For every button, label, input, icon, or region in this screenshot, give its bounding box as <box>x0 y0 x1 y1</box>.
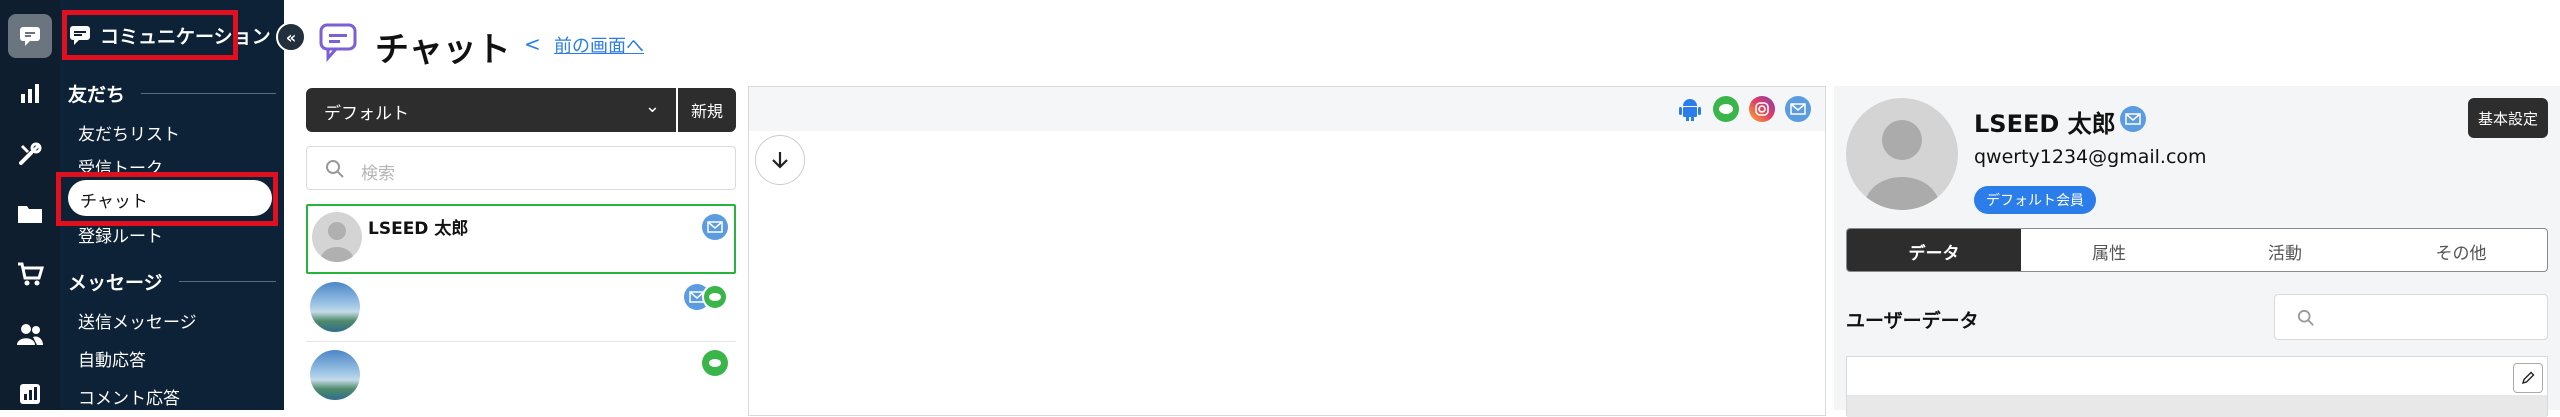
basic-settings-button[interactable]: 基本設定 <box>2468 98 2548 138</box>
highlight-box <box>56 172 278 226</box>
chat-toolbar <box>749 87 1825 131</box>
status-badge: デフォルト会員 <box>1974 186 2096 214</box>
user-data-search-input[interactable] <box>2274 294 2548 340</box>
report-icon[interactable] <box>8 372 52 416</box>
tab-data[interactable]: データ <box>1847 229 2021 271</box>
mail-icon <box>702 214 728 240</box>
sidebar-item-registration-route[interactable]: 登録ルート <box>78 222 163 247</box>
mail-icon[interactable] <box>1785 96 1811 122</box>
thread-item[interactable]: LSEED 太郎 <box>306 204 736 274</box>
scroll-to-bottom-button[interactable] <box>755 135 805 185</box>
tab-attributes[interactable]: 属性 <box>2021 229 2197 271</box>
search-placeholder: 検索 <box>361 164 395 184</box>
tab-activity[interactable]: 活動 <box>2197 229 2373 271</box>
folder-select-value: デフォルト <box>324 104 409 124</box>
cart-icon[interactable] <box>8 252 52 296</box>
chat-icon[interactable] <box>8 14 52 58</box>
avatar <box>310 350 360 400</box>
chat-area <box>748 86 1826 416</box>
back-link[interactable]: 前の画面へ <box>554 32 644 58</box>
line-icon <box>702 350 728 376</box>
back-chevron-icon[interactable]: < <box>524 32 541 56</box>
sidebar-item-auto-reply[interactable]: 自動応答 <box>78 346 146 371</box>
user-data-heading: ユーザーデータ <box>1846 310 1979 332</box>
highlight-box <box>62 10 238 60</box>
pencil-icon <box>2521 371 2535 385</box>
thread-name: LSEED 太郎 <box>368 219 469 239</box>
bar-chart-icon[interactable] <box>8 72 52 116</box>
thread-item[interactable] <box>306 344 736 410</box>
user-data-box <box>1846 356 2548 417</box>
new-thread-button[interactable]: 新規 <box>678 88 736 132</box>
android-icon[interactable] <box>1677 96 1703 122</box>
sidebar-item-sent-messages[interactable]: 送信メッセージ <box>78 308 197 333</box>
mail-icon <box>2120 106 2146 132</box>
tools-icon[interactable] <box>8 132 52 176</box>
profile-name: LSEED 太郎 <box>1974 110 2116 138</box>
line-icon <box>702 284 728 310</box>
user-data-row <box>1847 395 2547 417</box>
tab-other[interactable]: その他 <box>2373 229 2547 271</box>
sidebar-group-friends: 友だち <box>68 80 276 107</box>
profile-email: qwerty1234@gmail.com <box>1974 146 2207 168</box>
thread-item[interactable] <box>306 276 736 342</box>
avatar <box>310 282 360 332</box>
instagram-icon[interactable] <box>1749 96 1775 122</box>
thread-search-input[interactable]: 検索 <box>306 146 736 190</box>
profile-tabs: データ 属性 活動 その他 <box>1846 228 2548 272</box>
group-heading: メッセージ <box>68 272 163 294</box>
chevron-down-icon: ⌄ <box>644 96 660 117</box>
line-icon[interactable] <box>1713 96 1739 122</box>
avatar <box>312 212 362 262</box>
users-icon[interactable] <box>8 312 52 356</box>
icon-rail <box>0 0 60 410</box>
edit-button[interactable] <box>2513 363 2543 393</box>
profile-panel: LSEED 太郎 qwerty1234@gmail.com デフォルト会員 基本… <box>1834 86 2560 417</box>
page-chat-icon <box>318 22 360 66</box>
profile-avatar <box>1846 98 1958 210</box>
sidebar-group-messages: メッセージ <box>68 268 276 295</box>
folder-icon[interactable] <box>8 192 52 236</box>
arrow-down-icon <box>772 152 788 169</box>
folder-select[interactable]: デフォルト ⌄ <box>306 88 676 132</box>
search-icon <box>326 160 344 178</box>
search-icon <box>2297 309 2314 326</box>
group-heading: 友だち <box>68 84 126 106</box>
sidebar-item-comment-reply[interactable]: コメント応答 <box>78 384 180 409</box>
page-title: チャット <box>375 30 511 70</box>
sidebar: コミュニケーション « 友だち 友だちリスト 受信トーク チャット 登録ルート … <box>56 0 306 410</box>
sidebar-item-friends-list[interactable]: 友だちリスト <box>78 120 180 145</box>
collapse-sidebar-icon[interactable]: « <box>276 22 306 52</box>
